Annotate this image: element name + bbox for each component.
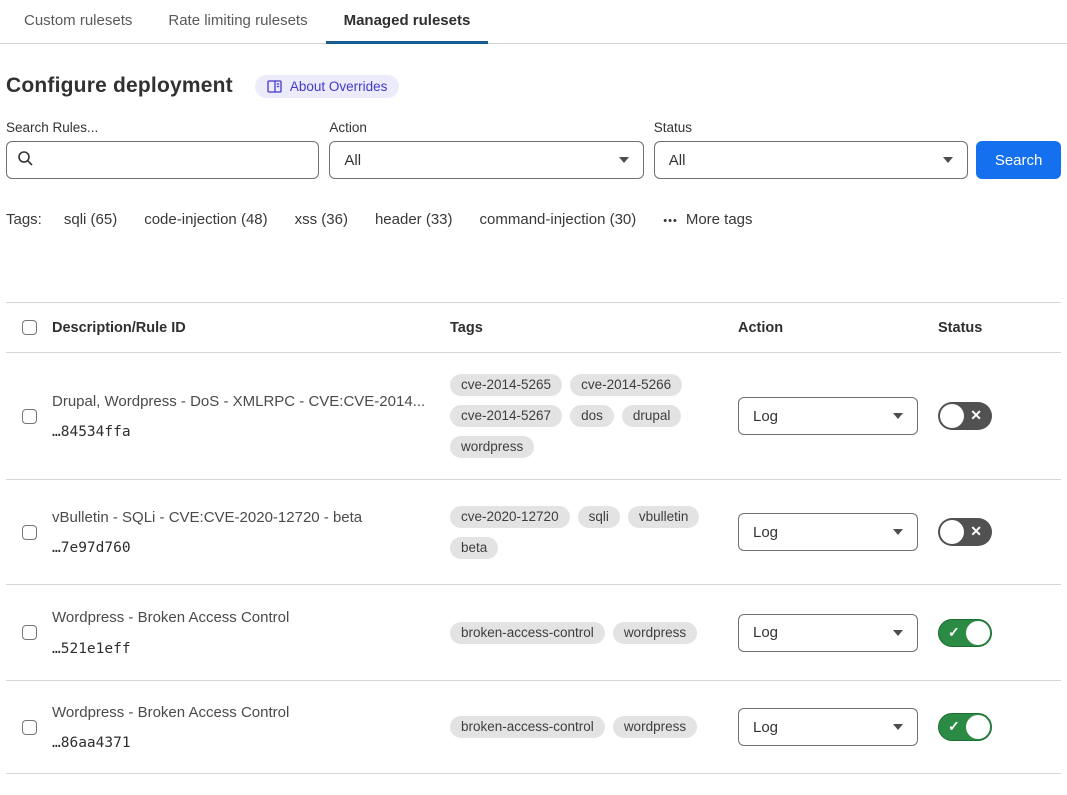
x-icon: ✕ xyxy=(970,518,982,546)
toggle-knob xyxy=(940,520,964,544)
x-icon: ✕ xyxy=(970,402,982,430)
rule-title: vBulletin - SQLi - CVE:CVE-2020-12720 - … xyxy=(52,508,430,528)
about-overrides-label: About Overrides xyxy=(290,79,388,94)
tag-filter-command-injection[interactable]: command-injection (30) xyxy=(480,211,637,228)
action-select-value: Log xyxy=(753,624,778,641)
status-toggle[interactable]: ✓ ✕ xyxy=(938,402,992,430)
toggle-knob xyxy=(966,715,990,739)
rule-id: …86aa4371 xyxy=(52,735,430,751)
action-filter-select[interactable]: All xyxy=(329,141,643,179)
search-icon xyxy=(17,150,34,171)
table-row: Drupal, Wordpress - DoS - XMLRPC - CVE:C… xyxy=(6,353,1061,480)
status-filter-select[interactable]: All xyxy=(654,141,968,179)
rule-title: Wordpress - Broken Access Control xyxy=(52,608,430,628)
tag-pill: sqli xyxy=(578,506,620,528)
column-header-description: Description/Rule ID xyxy=(52,320,450,336)
search-rules-label: Search Rules... xyxy=(6,120,319,135)
status-toggle[interactable]: ✓ ✕ xyxy=(938,713,992,741)
chevron-down-icon xyxy=(893,630,903,636)
tag-pill: cve-2014-5267 xyxy=(450,405,562,427)
tab-custom-rulesets[interactable]: Custom rulesets xyxy=(6,0,150,44)
select-all-checkbox[interactable] xyxy=(22,320,37,335)
rule-title: Drupal, Wordpress - DoS - XMLRPC - CVE:C… xyxy=(52,392,430,412)
tag-pill: broken-access-control xyxy=(450,716,605,738)
tag-pill: cve-2020-12720 xyxy=(450,506,570,528)
rule-title: Wordpress - Broken Access Control xyxy=(52,703,430,723)
table-row: vBulletin - SQLi - CVE:CVE-2020-12720 - … xyxy=(6,480,1061,585)
column-header-status: Status xyxy=(938,320,1061,336)
search-button[interactable]: Search xyxy=(976,141,1061,179)
about-overrides-link[interactable]: About Overrides xyxy=(255,75,400,98)
table-header-row: Description/Rule ID Tags Action Status xyxy=(6,303,1061,353)
column-header-tags: Tags xyxy=(450,320,738,336)
ellipsis-icon: ••• xyxy=(663,215,678,227)
rule-id: …7e97d760 xyxy=(52,540,430,556)
tag-pill: drupal xyxy=(622,405,682,427)
action-filter-label: Action xyxy=(329,120,643,135)
rules-table: Description/Rule ID Tags Action Status D… xyxy=(6,302,1061,774)
tags-label: Tags: xyxy=(6,211,42,228)
action-select[interactable]: Log xyxy=(738,708,918,746)
tab-managed-rulesets[interactable]: Managed rulesets xyxy=(326,0,489,44)
tag-pill: cve-2014-5265 xyxy=(450,374,562,396)
row-checkbox[interactable] xyxy=(22,525,37,540)
tag-filter-code-injection[interactable]: code-injection (48) xyxy=(144,211,267,228)
search-rules-input[interactable] xyxy=(6,141,319,179)
page-title: Configure deployment xyxy=(6,74,233,98)
check-icon: ✓ xyxy=(948,714,960,742)
table-row: Wordpress - Broken Access Control …521e1… xyxy=(6,585,1061,681)
row-checkbox[interactable] xyxy=(22,409,37,424)
tag-filter-sqli[interactable]: sqli (65) xyxy=(64,211,117,228)
chevron-down-icon xyxy=(943,157,953,163)
status-filter-value: All xyxy=(669,152,686,169)
more-tags-label: More tags xyxy=(686,211,753,228)
action-select-value: Log xyxy=(753,719,778,736)
action-filter-value: All xyxy=(344,152,361,169)
ruleset-tabs: Custom rulesets Rate limiting rulesets M… xyxy=(0,0,1067,44)
action-select[interactable]: Log xyxy=(738,513,918,551)
page-header: Configure deployment About Overrides xyxy=(6,74,1061,98)
status-filter-label: Status xyxy=(654,120,968,135)
tag-pill: vbulletin xyxy=(628,506,700,528)
status-toggle[interactable]: ✓ ✕ xyxy=(938,619,992,647)
tag-pill: beta xyxy=(450,537,498,559)
check-icon: ✓ xyxy=(948,620,960,648)
filter-bar: Search Rules... Action All Status All xyxy=(0,120,1061,179)
tag-pill: dos xyxy=(570,405,614,427)
action-select-value: Log xyxy=(753,524,778,541)
rule-id: …84534ffa xyxy=(52,424,430,440)
rule-id: …521e1eff xyxy=(52,641,430,657)
toggle-knob xyxy=(966,621,990,645)
action-select[interactable]: Log xyxy=(738,614,918,652)
tag-pill: cve-2014-5266 xyxy=(570,374,682,396)
chevron-down-icon xyxy=(893,724,903,730)
tag-pill: wordpress xyxy=(613,622,697,644)
tag-pill: wordpress xyxy=(613,716,697,738)
managed-rulesets-page: Custom rulesets Rate limiting rulesets M… xyxy=(0,0,1067,774)
row-checkbox[interactable] xyxy=(22,720,37,735)
tag-pill: broken-access-control xyxy=(450,622,605,644)
book-icon xyxy=(267,80,282,93)
chevron-down-icon xyxy=(619,157,629,163)
action-select-value: Log xyxy=(753,408,778,425)
chevron-down-icon xyxy=(893,413,903,419)
tag-filter-xss[interactable]: xss (36) xyxy=(295,211,348,228)
more-tags-button[interactable]: ••• More tags xyxy=(663,211,752,228)
status-toggle[interactable]: ✓ ✕ xyxy=(938,518,992,546)
chevron-down-icon xyxy=(893,529,903,535)
tag-pill: wordpress xyxy=(450,436,534,458)
column-header-action: Action xyxy=(738,320,938,336)
tags-bar: Tags: sqli (65) code-injection (48) xss … xyxy=(6,211,1061,228)
tab-rate-limiting-rulesets[interactable]: Rate limiting rulesets xyxy=(150,0,325,44)
row-checkbox[interactable] xyxy=(22,625,37,640)
action-select[interactable]: Log xyxy=(738,397,918,435)
toggle-knob xyxy=(940,404,964,428)
tag-filter-header[interactable]: header (33) xyxy=(375,211,453,228)
table-row: Wordpress - Broken Access Control …86aa4… xyxy=(6,681,1061,774)
